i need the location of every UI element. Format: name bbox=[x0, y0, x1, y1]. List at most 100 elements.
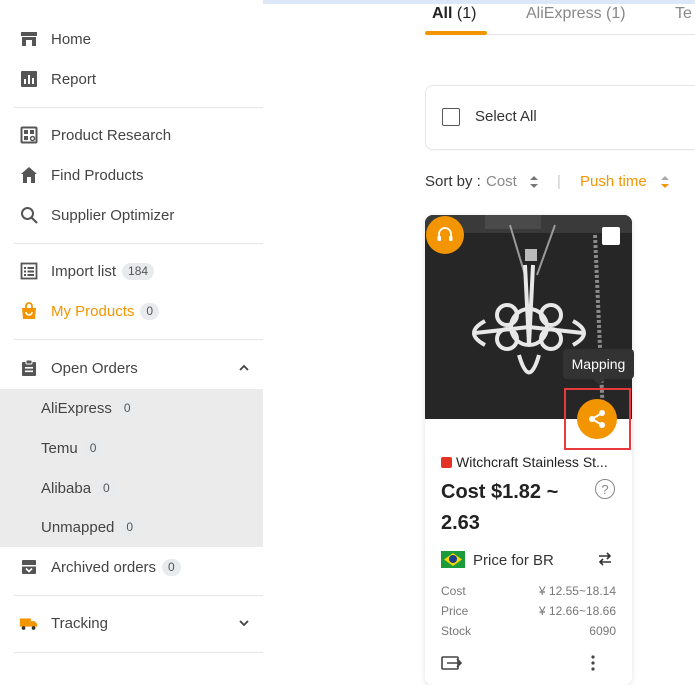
brazil-flag-icon bbox=[441, 551, 465, 568]
sidebar-item-open-orders[interactable]: Open Orders bbox=[0, 349, 263, 387]
sort-cost-option[interactable]: Cost bbox=[486, 173, 517, 190]
sidebar-item-label: Product Research bbox=[51, 126, 172, 144]
product-title[interactable]: Witchcraft Stainless St... bbox=[441, 454, 608, 470]
submenu-item-temu[interactable]: Temu 0 bbox=[0, 429, 263, 467]
sidebar-item-label: Supplier Optimizer bbox=[51, 206, 175, 224]
count-badge: 184 bbox=[122, 262, 155, 280]
help-icon[interactable]: ? bbox=[595, 479, 615, 499]
sidebar-item-import-list[interactable]: Import list 184 bbox=[0, 252, 263, 290]
product-research-icon bbox=[19, 125, 39, 145]
mapping-button[interactable] bbox=[577, 399, 617, 439]
card-actions bbox=[441, 653, 616, 673]
sidebar-item-home[interactable]: Home bbox=[0, 20, 263, 58]
sidebar-item-label: Open Orders bbox=[51, 359, 138, 377]
tab-label: Te bbox=[675, 5, 692, 22]
sort-label: Sort by : bbox=[425, 173, 481, 190]
sidebar-item-find-products[interactable]: Find Products bbox=[0, 156, 263, 194]
select-all-bar: Select All bbox=[425, 85, 695, 150]
sidebar-item-archived-orders[interactable]: Archived orders 0 bbox=[0, 548, 263, 586]
tab-temu[interactable]: Te bbox=[675, 5, 692, 23]
submenu-item-aliexpress[interactable]: AliExpress 0 bbox=[0, 389, 263, 427]
tab-count: (1) bbox=[606, 5, 626, 22]
submenu-item-text: Temu bbox=[41, 439, 78, 457]
sidebar-item-text: Archived orders bbox=[51, 558, 157, 576]
support-headset-button[interactable] bbox=[426, 216, 464, 254]
count-badge: 0 bbox=[97, 479, 116, 497]
bag-icon bbox=[19, 301, 39, 321]
spec-row-cost: Cost ¥ 12.55~18.14 bbox=[441, 584, 616, 604]
submenu-item-label: Temu 0 bbox=[41, 439, 103, 457]
sidebar-divider bbox=[14, 339, 263, 340]
tab-count: (1) bbox=[456, 5, 477, 22]
more-options-icon[interactable] bbox=[590, 655, 596, 671]
tab-aliexpress[interactable]: AliExpress (1) bbox=[526, 5, 626, 23]
sidebar-item-report[interactable]: Report bbox=[0, 60, 263, 98]
search-icon bbox=[19, 205, 39, 225]
tab-label: AliExpress bbox=[526, 5, 602, 22]
store-icon bbox=[19, 29, 39, 49]
sidebar-item-label: Archived orders 0 bbox=[51, 558, 181, 576]
open-orders-submenu: AliExpress 0 Temu 0 Alibaba 0 Unmapped 0 bbox=[0, 389, 263, 547]
sidebar-item-tracking[interactable]: Tracking bbox=[0, 604, 263, 642]
sidebar-divider bbox=[14, 243, 263, 244]
sidebar-item-label: Find Products bbox=[51, 166, 144, 184]
sidebar-item-product-research[interactable]: Product Research bbox=[0, 116, 263, 154]
headset-icon bbox=[437, 227, 453, 241]
spec-key: Price bbox=[441, 604, 469, 618]
chevron-up-icon[interactable] bbox=[239, 363, 249, 373]
submenu-item-text: AliExpress bbox=[41, 399, 112, 417]
sidebar-item-supplier-optimizer[interactable]: Supplier Optimizer bbox=[0, 196, 263, 234]
spec-row-price: Price ¥ 12.66~18.66 bbox=[441, 604, 616, 624]
sort-push-time-option[interactable]: Push time bbox=[580, 173, 647, 190]
product-select-checkbox[interactable] bbox=[602, 227, 620, 245]
submenu-item-unmapped[interactable]: Unmapped 0 bbox=[0, 508, 263, 546]
select-all-label[interactable]: Select All bbox=[475, 108, 537, 125]
price-specs: Cost ¥ 12.55~18.14 Price ¥ 12.66~18.66 Sto… bbox=[441, 584, 616, 644]
tab-all[interactable]: All (1) bbox=[432, 5, 476, 23]
sidebar-item-text: Import list bbox=[51, 262, 117, 280]
truck-icon bbox=[19, 613, 39, 633]
submenu-item-label: Alibaba 0 bbox=[41, 479, 116, 497]
swap-icon[interactable] bbox=[597, 551, 613, 567]
count-badge: 0 bbox=[140, 302, 160, 320]
aliexpress-logo-icon bbox=[441, 457, 452, 468]
spec-key: Stock bbox=[441, 624, 472, 638]
sort-separator: | bbox=[557, 173, 561, 190]
sidebar: Home Report Product Research Find Produc… bbox=[0, 0, 263, 673]
push-to-store-icon[interactable] bbox=[441, 655, 463, 671]
spec-value: ¥ 12.66~18.66 bbox=[538, 604, 616, 618]
price-for-label: Price for BR bbox=[473, 552, 554, 569]
report-chart-icon bbox=[19, 69, 39, 89]
mapping-tooltip: Mapping bbox=[563, 349, 634, 385]
submenu-item-label: AliExpress 0 bbox=[41, 399, 137, 417]
sidebar-item-my-products[interactable]: My Products 0 bbox=[0, 292, 263, 330]
sidebar-item-label: Import list 184 bbox=[51, 262, 155, 280]
select-all-checkbox[interactable] bbox=[442, 108, 460, 126]
archive-icon bbox=[19, 557, 39, 577]
count-badge: 0 bbox=[117, 399, 137, 417]
sort-arrows-icon[interactable] bbox=[529, 174, 539, 194]
spec-value: ¥ 12.55~18.14 bbox=[538, 584, 616, 598]
product-cost: Cost $1.82 ~ 2.63 bbox=[441, 481, 559, 534]
sidebar-divider bbox=[14, 595, 263, 596]
mapping-share-icon bbox=[589, 410, 605, 428]
list-icon bbox=[19, 261, 39, 281]
price-for-region: Price for BR bbox=[441, 551, 554, 569]
sort-arrows-icon[interactable] bbox=[660, 174, 670, 194]
house-icon bbox=[19, 165, 39, 185]
submenu-item-alibaba[interactable]: Alibaba 0 bbox=[0, 469, 263, 507]
spec-value: 6090 bbox=[589, 624, 616, 638]
sidebar-divider bbox=[14, 652, 263, 653]
count-badge: 0 bbox=[162, 558, 181, 576]
active-tab-indicator bbox=[425, 31, 487, 35]
clipboard-icon bbox=[19, 358, 39, 378]
product-card[interactable]: Witchcraft Stainless St... Cost $1.82 ~ … bbox=[425, 215, 632, 685]
chevron-down-icon[interactable] bbox=[239, 618, 249, 628]
product-title-text: Witchcraft Stainless St... bbox=[456, 454, 608, 470]
sidebar-item-label: Tracking bbox=[51, 614, 108, 632]
submenu-item-text: Alibaba bbox=[41, 479, 92, 497]
submenu-item-label: Unmapped 0 bbox=[41, 518, 140, 536]
spec-row-stock: Stock 6090 bbox=[441, 624, 616, 644]
sidebar-item-label: Report bbox=[51, 70, 97, 88]
sidebar-item-text: My Products bbox=[51, 302, 135, 320]
